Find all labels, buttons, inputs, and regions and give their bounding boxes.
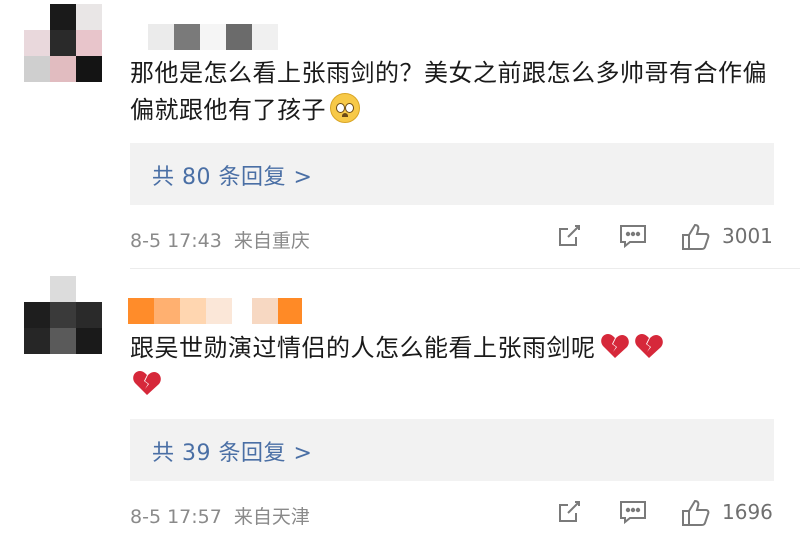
comment-icon[interactable] — [618, 222, 648, 250]
comment-text: 跟吴世勋演过情侣的人怎么能看上张雨剑呢 — [130, 330, 770, 404]
view-replies-link[interactable]: 共 80 条回复 > — [152, 159, 312, 191]
broken-heart-icon — [634, 334, 663, 358]
reply-box[interactable]: 共 39 条回复 > — [130, 419, 774, 481]
share-icon[interactable] — [555, 222, 583, 250]
like-icon[interactable] — [680, 222, 712, 252]
username-redacted[interactable] — [128, 298, 303, 324]
avatar[interactable] — [24, 4, 102, 92]
comment-text-content: 那他是怎么看上张雨剑的？美女之前跟怎么多帅哥有合作偏偏就跟他有了孩子 — [130, 59, 767, 124]
flushed-face-icon — [330, 93, 360, 123]
comment-icon[interactable] — [618, 498, 648, 526]
comment-text: 那他是怎么看上张雨剑的？美女之前跟怎么多帅哥有合作偏偏就跟他有了孩子 — [130, 55, 770, 129]
like-count: 1696 — [722, 500, 773, 524]
avatar[interactable] — [24, 276, 102, 364]
share-icon[interactable] — [555, 498, 583, 526]
like-count: 3001 — [722, 224, 773, 248]
username-redacted[interactable] — [128, 24, 298, 50]
comment-timestamp: 8-5 17:57 — [130, 506, 222, 528]
comment-meta: 8-5 17:43 来自重庆 — [130, 226, 310, 253]
comment-location: 来自天津 — [233, 506, 310, 528]
comment-location: 来自重庆 — [233, 230, 310, 252]
comment-text-content: 跟吴世勋演过情侣的人怎么能看上张雨剑呢 — [130, 334, 596, 362]
view-replies-link[interactable]: 共 39 条回复 > — [152, 435, 312, 467]
like-icon[interactable] — [680, 498, 712, 528]
comment-meta: 8-5 17:57 来自天津 — [130, 502, 310, 529]
comment-timestamp: 8-5 17:43 — [130, 230, 222, 252]
broken-heart-icon — [600, 334, 629, 358]
comment-actions: 3001 — [555, 222, 785, 252]
broken-heart-icon — [133, 371, 161, 395]
divider — [130, 268, 800, 269]
reply-box[interactable]: 共 80 条回复 > — [130, 143, 774, 205]
comment-actions: 1696 — [555, 498, 785, 528]
